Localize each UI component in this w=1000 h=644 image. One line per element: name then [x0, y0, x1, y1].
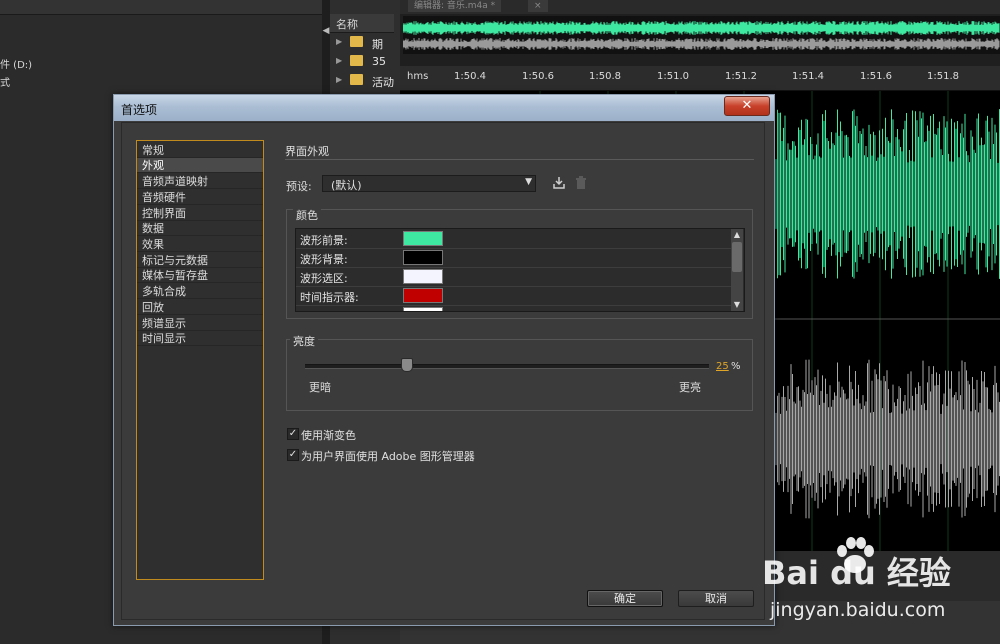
- brightness-group-title: 亮度: [290, 333, 318, 349]
- section-divider: [285, 159, 754, 160]
- ok-button[interactable]: 确定: [587, 590, 663, 607]
- tab-close-icon[interactable]: ×: [528, 0, 548, 12]
- brightness-slider-track[interactable]: [305, 364, 709, 369]
- color-row[interactable]: 波形前景:: [296, 229, 732, 249]
- color-row[interactable]: 波形背景:: [296, 248, 732, 268]
- category-item-markers-metadata[interactable]: 标记与元数据: [137, 253, 263, 268]
- gradient-checkbox-label[interactable]: 使用渐变色: [301, 427, 356, 443]
- cancel-button[interactable]: 取消: [678, 590, 754, 607]
- color-group-title: 颜色: [293, 207, 321, 223]
- left-panel-header: [0, 0, 322, 15]
- overview-channel-right: [403, 38, 1000, 50]
- preset-value: (默认): [331, 179, 362, 192]
- folder-icon: [350, 55, 363, 66]
- waveform-channel-left: [769, 109, 1000, 279]
- file-name: 期: [372, 38, 383, 51]
- preset-label: 预设:: [286, 180, 312, 193]
- dialog-titlebar[interactable]: 首选项 ✕: [114, 95, 774, 121]
- category-item-spectral-display[interactable]: 频谱显示: [137, 316, 263, 331]
- preset-dropdown[interactable]: (默认) ▼: [322, 175, 536, 192]
- watermark-url: jingyan.baidu.com: [770, 599, 946, 621]
- category-item-playback[interactable]: 回放: [137, 300, 263, 315]
- collapse-arrow-icon[interactable]: ◀: [322, 26, 330, 36]
- category-list: 常规 外观 音频声道映射 音频硬件 控制界面 数据 效果 标记与元数据 媒体与暂…: [136, 140, 264, 580]
- ruler-tick-label: 1:50.6: [522, 71, 554, 82]
- color-list: 波形前景: 波形背景: 波形选区: 时间指示器:: [295, 228, 745, 312]
- waveform-overview[interactable]: [403, 16, 1000, 54]
- scroll-up-icon[interactable]: ▲: [731, 229, 743, 241]
- color-name: 波形前景:: [300, 234, 348, 247]
- graphics-manager-checkbox-label[interactable]: 为用户界面使用 Adobe 图形管理器: [301, 448, 475, 464]
- files-column-header[interactable]: 名称: [330, 14, 394, 33]
- expand-triangle-icon[interactable]: ▶: [336, 37, 342, 46]
- category-item-control-surface[interactable]: 控制界面: [137, 206, 263, 221]
- expand-triangle-icon[interactable]: ▶: [336, 56, 342, 65]
- darker-label: 更暗: [309, 381, 331, 394]
- trash-icon[interactable]: [573, 175, 589, 191]
- ruler-tick-label: 1:50.4: [454, 71, 486, 82]
- color-row-partial[interactable]: [296, 305, 732, 311]
- editor-tabbar: 编辑器: 音乐.m4a * ×: [400, 0, 1000, 14]
- ruler-tick-label: 1:51.6: [860, 71, 892, 82]
- scroll-down-icon[interactable]: ▼: [731, 299, 743, 311]
- color-name: 波形背景:: [300, 253, 348, 266]
- editor-tab[interactable]: 编辑器: 音乐.m4a *: [408, 0, 502, 12]
- category-item-time-display[interactable]: 时间显示: [137, 331, 263, 346]
- category-item-media-cache[interactable]: 媒体与暂存盘: [137, 268, 263, 283]
- brightness-unit: %: [731, 361, 741, 372]
- section-title: 界面外观: [285, 145, 329, 158]
- ruler-unit-label: hms: [407, 71, 429, 82]
- drive-label[interactable]: 件 (D:): [0, 56, 32, 71]
- color-name: 波形选区:: [300, 272, 348, 285]
- drive-label-2[interactable]: 式: [0, 74, 10, 89]
- color-list-scrollbar[interactable]: ▲ ▼: [731, 229, 743, 311]
- category-item-multitrack[interactable]: 多轨合成: [137, 284, 263, 299]
- color-swatch[interactable]: [403, 307, 443, 311]
- preferences-dialog: 首选项 ✕ 常规 外观 音频声道映射 音频硬件 控制界面 数据 效果 标记与元数…: [113, 94, 775, 626]
- brightness-value[interactable]: 25: [716, 361, 729, 372]
- ruler-tick-label: 1:51.2: [725, 71, 757, 82]
- file-row[interactable]: ▶ 活动: [330, 71, 394, 90]
- close-button[interactable]: ✕: [724, 96, 770, 116]
- file-row[interactable]: ▶ 期: [330, 33, 394, 52]
- expand-triangle-icon[interactable]: ▶: [336, 75, 342, 84]
- ruler-tick-label: 1:51.8: [927, 71, 959, 82]
- column-name-label: 名称: [336, 18, 358, 31]
- watermark-logo: Bai du 经验: [762, 554, 951, 592]
- file-name: 活动: [372, 76, 394, 89]
- category-item-effects[interactable]: 效果: [137, 237, 263, 252]
- color-swatch[interactable]: [403, 250, 443, 265]
- save-preset-icon[interactable]: [551, 175, 567, 191]
- folder-icon: [350, 74, 363, 85]
- overview-channel-left: [403, 21, 1000, 35]
- file-name: 35: [372, 55, 386, 68]
- time-ruler[interactable]: hms 1:50.4 1:50.6 1:50.8 1:51.0 1:51.2 1…: [400, 66, 1000, 91]
- brighter-label: 更亮: [679, 381, 701, 394]
- folder-icon: [350, 36, 363, 47]
- color-swatch[interactable]: [403, 231, 443, 246]
- color-name: 时间指示器:: [300, 291, 359, 304]
- dialog-title: 首选项: [121, 103, 158, 117]
- gradient-checkbox[interactable]: ✓: [287, 428, 299, 440]
- overview-waveform-graphic: [403, 21, 1000, 50]
- category-item-appearance[interactable]: 外观: [137, 158, 263, 173]
- color-row[interactable]: 波形选区:: [296, 267, 732, 287]
- waveform-channel-right: [769, 359, 1000, 519]
- file-row[interactable]: ▶ 35: [330, 52, 394, 71]
- color-row[interactable]: 时间指示器:: [296, 286, 732, 306]
- color-swatch[interactable]: [403, 269, 443, 284]
- brightness-group: [286, 339, 753, 411]
- ruler-tick-label: 1:51.4: [792, 71, 824, 82]
- category-item-audio-hardware[interactable]: 音频硬件: [137, 190, 263, 205]
- scroll-thumb[interactable]: [732, 242, 742, 272]
- graphics-manager-checkbox[interactable]: ✓: [287, 449, 299, 461]
- category-item-data[interactable]: 数据: [137, 221, 263, 236]
- brightness-slider-thumb[interactable]: [401, 358, 413, 372]
- category-item-channel-mapping[interactable]: 音频声道映射: [137, 174, 263, 189]
- chevron-down-icon: ▼: [525, 177, 532, 187]
- color-swatch[interactable]: [403, 288, 443, 303]
- ruler-tick-label: 1:50.8: [589, 71, 621, 82]
- category-item-general[interactable]: 常规: [137, 143, 263, 158]
- ruler-tick-label: 1:51.0: [657, 71, 689, 82]
